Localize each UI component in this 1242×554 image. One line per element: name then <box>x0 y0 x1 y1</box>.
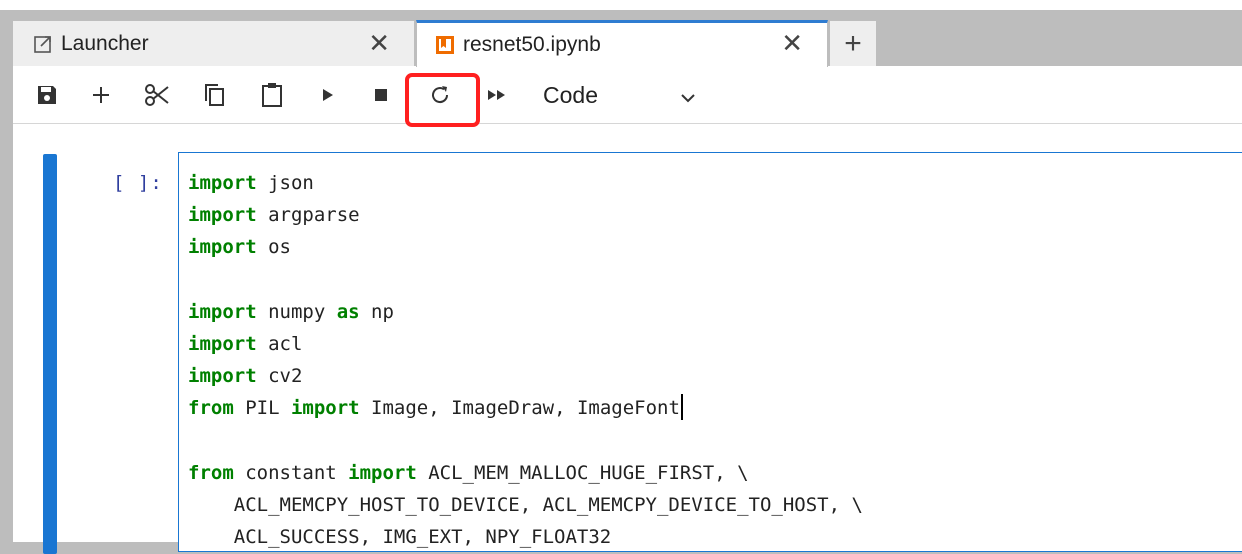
code-token: constant <box>233 461 349 484</box>
tab-resnet50-notebook[interactable]: resnet50.ipynb ✕ <box>416 20 828 67</box>
code-line: import cv2 <box>188 360 863 392</box>
code-line: import argparse <box>188 199 863 231</box>
code-token: ACL_MEM_MALLOC_HUGE_FIRST, \ <box>416 461 749 484</box>
restart-highlight-box <box>405 73 480 127</box>
code-keyword: from <box>188 461 234 484</box>
cell-prompt: [ ]: <box>113 172 163 194</box>
code-token: Image, ImageDraw, ImageFont <box>359 397 680 420</box>
cell-type-value: Code <box>543 81 598 108</box>
tab-bar: Launcher ✕ resnet50.ipynb ✕ + <box>12 20 1242 67</box>
tab-launcher[interactable]: Launcher ✕ <box>12 20 415 66</box>
code-keyword: import <box>188 236 257 259</box>
code-token: np <box>359 300 394 323</box>
fast-forward-icon[interactable] <box>485 82 509 108</box>
code-token: numpy <box>256 300 337 323</box>
close-icon[interactable]: ✕ <box>781 28 803 59</box>
code-keyword: import <box>290 397 360 420</box>
code-token: cv2 <box>256 365 303 388</box>
code-line: ACL_SUCCESS, IMG_EXT, NPY_FLOAT32 <box>188 521 863 553</box>
code-token: ACL_SUCCESS, IMG_EXT, NPY_FLOAT32 <box>188 526 612 549</box>
code-line: from constant import ACL_MEM_MALLOC_HUGE… <box>188 457 863 489</box>
new-tab-button[interactable]: + <box>829 20 877 66</box>
code-keyword: import <box>188 172 257 194</box>
copy-icon[interactable] <box>201 82 227 108</box>
code-line: ACL_MEMCPY_HOST_TO_DEVICE, ACL_MEMCPY_DE… <box>188 489 863 521</box>
code-line: from PIL import Image, ImageDraw, ImageF… <box>188 392 863 424</box>
chevron-down-icon <box>679 86 697 113</box>
code-keyword: as <box>336 300 360 323</box>
add-icon[interactable] <box>89 82 113 108</box>
code-keyword: from <box>188 397 234 420</box>
launcher-icon <box>33 34 53 54</box>
tab-label: resnet50.ipynb <box>463 33 601 56</box>
notebook-icon <box>435 35 455 55</box>
paste-icon[interactable] <box>258 82 286 108</box>
code-keyword: import <box>188 332 257 355</box>
top-strip <box>0 0 1242 10</box>
cut-icon[interactable] <box>143 82 171 108</box>
code-line: import json <box>188 167 863 199</box>
code-keyword: import <box>188 300 257 323</box>
code-token: os <box>256 236 291 259</box>
notebook-panel: Code [ ]: import json import argparse impo… <box>12 66 1242 554</box>
code-line: import os <box>188 231 863 263</box>
code-keyword: import <box>188 204 257 227</box>
cell-type-dropdown[interactable]: Code <box>543 80 701 110</box>
code-token: argparse <box>256 204 360 227</box>
save-icon[interactable] <box>35 82 59 108</box>
code-keyword: import <box>188 365 257 388</box>
cell-selection-bar <box>43 154 57 554</box>
code-token: json <box>256 172 314 194</box>
code-text: import json import argparse import os impo… <box>188 167 863 553</box>
code-line: import acl <box>188 328 863 360</box>
notebook-toolbar: Code <box>13 66 1242 127</box>
code-line: import numpy as np <box>188 296 863 328</box>
close-icon[interactable]: ✕ <box>368 28 390 59</box>
code-token: PIL <box>233 397 291 420</box>
run-icon[interactable] <box>318 82 338 108</box>
code-editor[interactable]: import json import argparse import os impo… <box>178 152 1242 552</box>
tab-label: Launcher <box>61 31 149 55</box>
text-cursor <box>680 394 683 421</box>
code-token: ACL_MEMCPY_HOST_TO_DEVICE, ACL_MEMCPY_DE… <box>188 493 863 516</box>
code-keyword: import <box>348 461 417 484</box>
code-token: acl <box>256 332 303 355</box>
stop-icon[interactable] <box>371 82 391 108</box>
